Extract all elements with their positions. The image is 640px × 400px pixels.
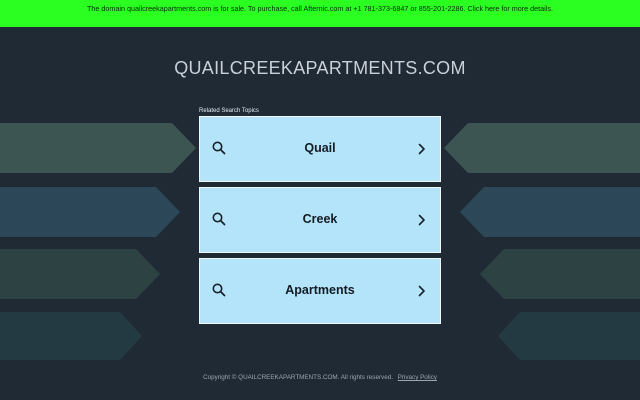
copyright-text: Copyright © QUAILCREEKAPARTMENTS.COM. Al… bbox=[203, 374, 393, 381]
page: The domain quailcreekapartments.com is f… bbox=[0, 0, 640, 400]
background-arrow-left-4 bbox=[0, 312, 142, 360]
topic-card-apartments[interactable]: Apartments bbox=[199, 258, 441, 324]
background-arrow-left-2 bbox=[0, 187, 180, 237]
topic-label: Apartments bbox=[285, 283, 355, 297]
topic-label: Quail bbox=[304, 141, 336, 155]
topic-card-creek[interactable]: Creek bbox=[199, 187, 441, 253]
footer: Copyright © QUAILCREEKAPARTMENTS.COM. Al… bbox=[0, 374, 640, 381]
privacy-policy-link[interactable]: Privacy Policy bbox=[398, 374, 437, 381]
banner-text[interactable]: The domain quailcreekapartments.com is f… bbox=[87, 4, 553, 13]
domain-for-sale-banner[interactable]: The domain quailcreekapartments.com is f… bbox=[0, 0, 640, 27]
background-arrow-right-1 bbox=[444, 123, 640, 173]
topic-label: Creek bbox=[302, 212, 338, 226]
domain-title: QUAILCREEKAPARTMENTS.COM bbox=[174, 58, 466, 78]
background-arrow-right-2 bbox=[460, 187, 640, 237]
background-arrow-right-3 bbox=[480, 249, 640, 299]
chevron-right-icon bbox=[418, 142, 426, 160]
background-arrow-left-1 bbox=[0, 123, 196, 173]
chevron-right-icon bbox=[418, 213, 426, 231]
background-arrow-right-4 bbox=[498, 312, 640, 360]
background-arrow-left-3 bbox=[0, 249, 160, 299]
chevron-right-icon bbox=[418, 284, 426, 302]
topic-card-quail[interactable]: Quail bbox=[199, 116, 441, 182]
related-search-topics-label: Related Search Topics bbox=[199, 108, 259, 114]
